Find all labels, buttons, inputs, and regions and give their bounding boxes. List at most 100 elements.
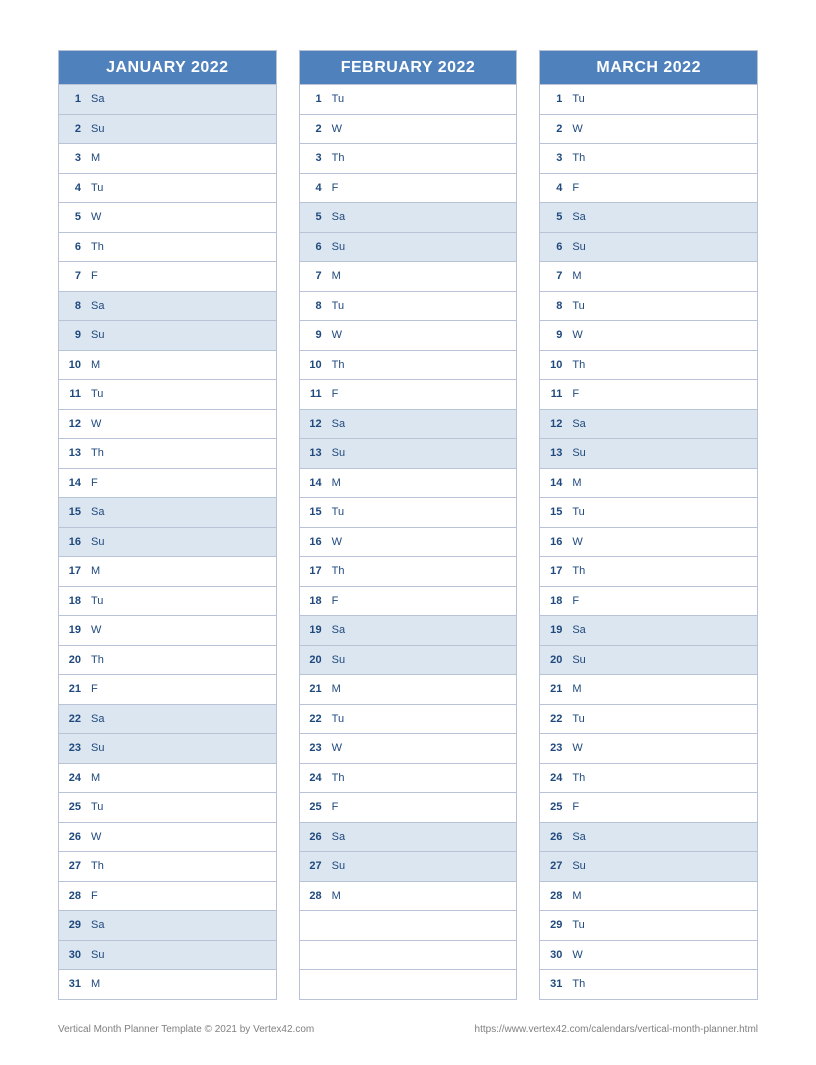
day-number: 17 (540, 565, 566, 577)
day-row (300, 969, 517, 999)
day-of-week: W (566, 949, 582, 961)
day-row: 6Th (59, 232, 276, 262)
day-row: 19W (59, 615, 276, 645)
day-number: 27 (540, 860, 566, 872)
day-of-week: F (326, 388, 339, 400)
day-number: 8 (300, 300, 326, 312)
day-row: 10Th (540, 350, 757, 380)
day-number: 23 (540, 742, 566, 754)
day-of-week: Su (566, 447, 585, 459)
day-number: 16 (300, 536, 326, 548)
day-number: 11 (540, 388, 566, 400)
day-row: 22Tu (300, 704, 517, 734)
day-row: 28F (59, 881, 276, 911)
day-row: 26W (59, 822, 276, 852)
day-row: 23W (300, 733, 517, 763)
day-number: 9 (59, 329, 85, 341)
day-number: 31 (540, 978, 566, 990)
day-of-week: Tu (85, 595, 103, 607)
day-row: 5Sa (540, 202, 757, 232)
day-of-week: F (326, 801, 339, 813)
day-row: 11F (540, 379, 757, 409)
day-of-week: W (85, 624, 101, 636)
day-number: 4 (300, 182, 326, 194)
day-row: 10M (59, 350, 276, 380)
day-of-week: Tu (326, 713, 344, 725)
day-of-week: W (566, 329, 582, 341)
day-number: 25 (59, 801, 85, 813)
day-of-week: Th (85, 654, 104, 666)
day-number: 25 (540, 801, 566, 813)
day-row: 31Th (540, 969, 757, 999)
day-of-week: Su (326, 860, 345, 872)
day-row: 20Th (59, 645, 276, 675)
day-number: 8 (59, 300, 85, 312)
day-number: 15 (300, 506, 326, 518)
day-number: 21 (300, 683, 326, 695)
day-of-week: Th (566, 772, 585, 784)
day-number: 26 (540, 831, 566, 843)
day-of-week: M (85, 772, 100, 784)
day-number: 23 (59, 742, 85, 754)
day-of-week: Tu (566, 919, 584, 931)
day-of-week: W (326, 329, 342, 341)
day-row: 12Sa (300, 409, 517, 439)
day-row: 29Sa (59, 910, 276, 940)
day-row: 14M (540, 468, 757, 498)
day-row: 25F (300, 792, 517, 822)
day-row: 29Tu (540, 910, 757, 940)
month-header: JANUARY 2022 (59, 51, 276, 84)
day-of-week: F (85, 683, 98, 695)
day-of-week: W (326, 536, 342, 548)
day-row: 20Su (300, 645, 517, 675)
day-row: 7M (540, 261, 757, 291)
day-row: 11F (300, 379, 517, 409)
day-of-week: Sa (326, 831, 345, 843)
day-row: 8Sa (59, 291, 276, 321)
day-of-week: Sa (85, 300, 104, 312)
day-number: 3 (59, 152, 85, 164)
day-row: 13Su (300, 438, 517, 468)
day-number: 19 (300, 624, 326, 636)
day-of-week: Su (326, 447, 345, 459)
day-row: 26Sa (540, 822, 757, 852)
day-of-week: Sa (566, 831, 585, 843)
day-row: 21M (300, 674, 517, 704)
day-row: 17Th (300, 556, 517, 586)
day-of-week: Su (566, 860, 585, 872)
day-of-week: Th (566, 359, 585, 371)
day-of-week: Th (85, 447, 104, 459)
day-number: 13 (300, 447, 326, 459)
day-of-week: F (85, 477, 98, 489)
day-row: 18Tu (59, 586, 276, 616)
day-number: 7 (59, 270, 85, 282)
day-of-week: F (566, 595, 579, 607)
day-row: 20Su (540, 645, 757, 675)
months-container: JANUARY 20221Sa2Su3M4Tu5W6Th7F8Sa9Su10M1… (58, 50, 758, 1000)
day-number: 6 (59, 241, 85, 253)
day-number: 18 (59, 595, 85, 607)
day-of-week: Su (85, 329, 104, 341)
day-number: 31 (59, 978, 85, 990)
day-row: 23Su (59, 733, 276, 763)
day-row: 18F (300, 586, 517, 616)
day-number: 11 (300, 388, 326, 400)
day-number: 6 (300, 241, 326, 253)
month-column: FEBRUARY 20221Tu2W3Th4F5Sa6Su7M8Tu9W10Th… (299, 50, 518, 1000)
day-number: 13 (540, 447, 566, 459)
day-number: 1 (300, 93, 326, 105)
day-row: 24M (59, 763, 276, 793)
month-header: FEBRUARY 2022 (300, 51, 517, 84)
day-number: 27 (59, 860, 85, 872)
day-row: 27Su (300, 851, 517, 881)
day-number: 5 (59, 211, 85, 223)
day-row: 18F (540, 586, 757, 616)
day-of-week: Tu (566, 300, 584, 312)
day-number: 17 (59, 565, 85, 577)
day-number: 2 (300, 123, 326, 135)
day-number: 12 (59, 418, 85, 430)
day-number: 3 (540, 152, 566, 164)
day-row: 11Tu (59, 379, 276, 409)
day-of-week: Sa (85, 919, 104, 931)
day-of-week: Su (85, 536, 104, 548)
